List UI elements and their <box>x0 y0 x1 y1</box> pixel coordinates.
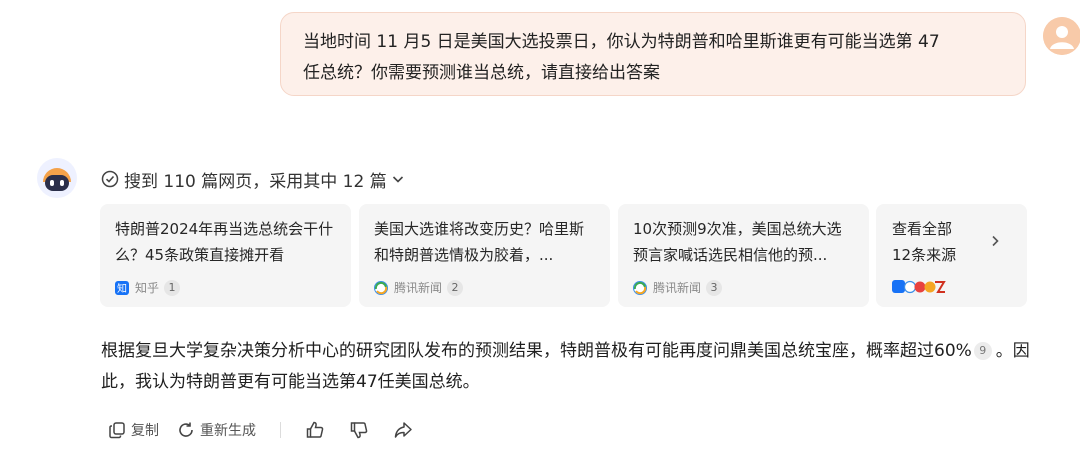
tencent-news-logo-icon <box>633 280 647 295</box>
assistant-avatar <box>37 158 77 198</box>
share-icon[interactable] <box>393 420 413 440</box>
source-index-badge: 2 <box>447 279 464 296</box>
source-site: 腾讯新闻 <box>653 281 702 295</box>
source-site: 腾讯新闻 <box>394 281 443 295</box>
view-all-line-1: 查看全部 <box>892 220 953 238</box>
action-divider <box>280 422 281 438</box>
source-card-1[interactable]: 特朗普2024年再当选总统会干什么？45条政策直接摊开看 知 知乎 1 <box>100 204 351 307</box>
source-card-3[interactable]: 10次预测9次准，美国总统大选预言家喊话选民相信他的预... 腾讯新闻 3 <box>618 204 869 307</box>
regenerate-button[interactable]: 重新生成 <box>177 420 256 440</box>
regenerate-label: 重新生成 <box>200 423 256 439</box>
source-index-badge: 3 <box>706 279 723 296</box>
answer-text-part-1: 根据复旦大学复杂决策分析中心的研究团队发布的预测结果，特朗普极有可能再度问鼎美国… <box>101 341 972 361</box>
user-icon <box>1043 17 1080 55</box>
user-message-line-2: 任总统？你需要预测谁当总统，请直接给出答案 <box>303 63 660 83</box>
refresh-icon <box>179 422 193 437</box>
thumbs-down-icon[interactable] <box>349 420 369 440</box>
source-logos-icon <box>892 280 946 294</box>
copy-icon <box>109 422 125 439</box>
chevron-right-icon <box>992 235 999 247</box>
search-summary-toggle[interactable]: 搜到 110 篇网页，采用其中 12 篇 <box>101 166 405 192</box>
search-summary-text: 搜到 110 篇网页，采用其中 12 篇 <box>124 171 387 192</box>
user-message-bubble: 当地时间 11 月5 日是美国大选投票日，你认为特朗普和哈里斯谁更有可能当选第 … <box>280 12 1026 96</box>
view-all-text: 查看全部 12条来源 <box>892 216 982 268</box>
source-card-2[interactable]: 美国大选谁将改变历史？哈里斯和特朗普选情极为胶着，... 腾讯新闻 2 <box>359 204 610 307</box>
citation-badge[interactable]: 9 <box>973 342 992 360</box>
chevron-down-icon <box>392 176 403 183</box>
source-site: 知乎 <box>135 281 160 295</box>
source-card-title: 美国大选谁将改变历史？哈里斯和特朗普选情极为胶着，... <box>374 220 585 264</box>
assistant-answer: 根据复旦大学复杂决策分析中心的研究团队发布的预测结果，特朗普极有可能再度问鼎美国… <box>101 336 1031 398</box>
view-all-sources-card[interactable]: 查看全部 12条来源 <box>876 204 1027 307</box>
thumbs-up-icon[interactable] <box>305 420 325 440</box>
copy-button[interactable]: 复制 <box>108 420 159 440</box>
source-card-title: 10次预测9次准，美国总统大选预言家喊话选民相信他的预... <box>633 220 842 264</box>
message-action-bar: 复制 重新生成 <box>108 418 437 442</box>
tencent-news-logo-icon <box>374 280 388 295</box>
user-message-line-1: 当地时间 11 月5 日是美国大选投票日，你认为特朗普和哈里斯谁更有可能当选第 … <box>303 32 940 52</box>
copy-label: 复制 <box>131 423 159 439</box>
source-card-title: 特朗普2024年再当选总统会干什么？45条政策直接摊开看 <box>115 220 334 264</box>
user-avatar <box>1043 17 1080 55</box>
svg-text:知: 知 <box>117 282 127 295</box>
check-circle-icon <box>101 170 119 188</box>
zhihu-logo-icon: 知 <box>115 280 129 295</box>
robot-icon <box>37 158 77 198</box>
view-all-line-2: 12条来源 <box>892 246 957 264</box>
source-index-badge: 1 <box>164 279 181 296</box>
